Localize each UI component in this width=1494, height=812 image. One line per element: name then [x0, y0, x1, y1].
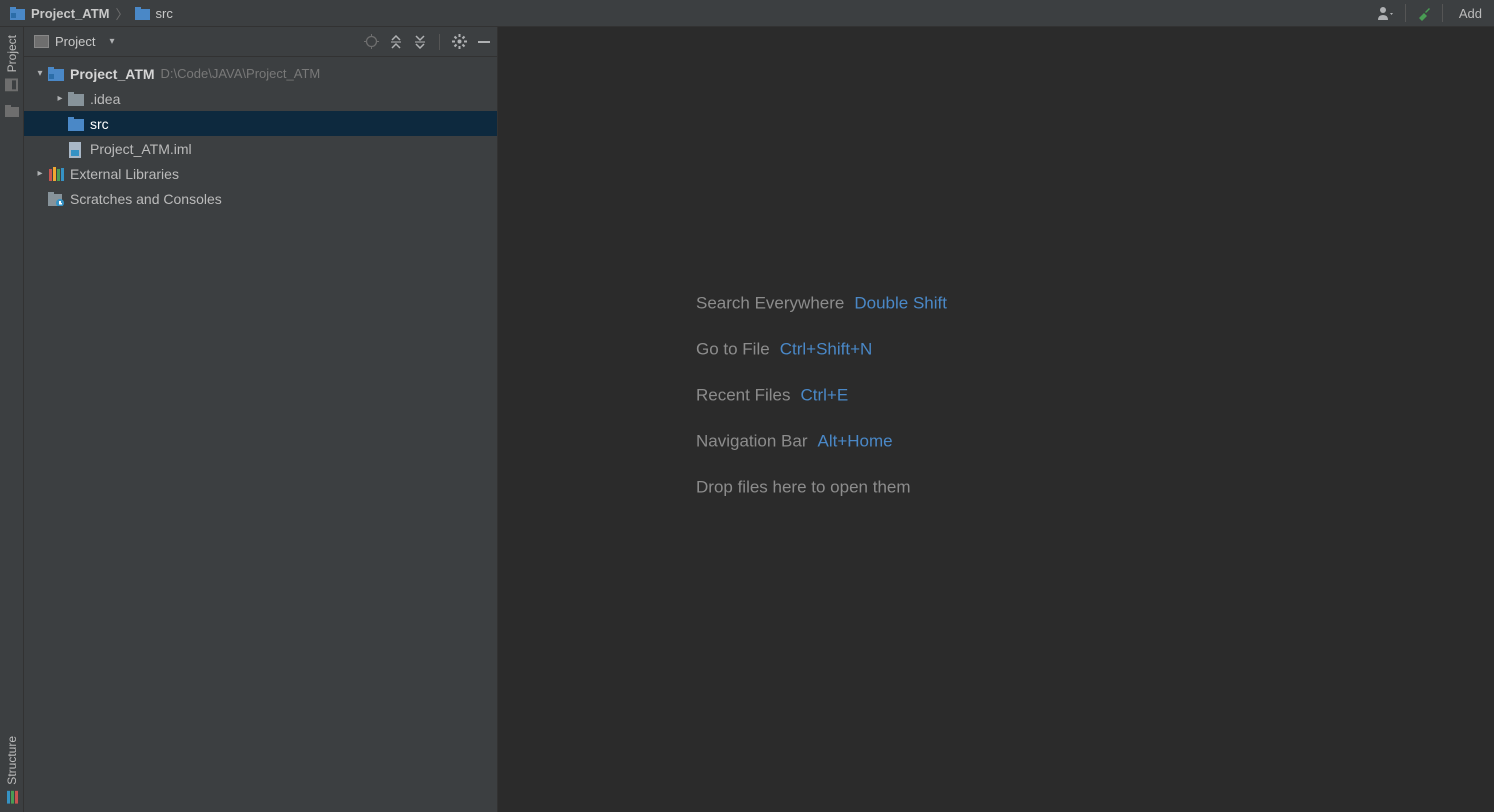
navigation-bar: Project_ATM 〉 src Add — [0, 0, 1494, 27]
tip-navbar-label: Navigation Bar — [696, 431, 808, 451]
libraries-icon — [48, 167, 64, 181]
structure-tab-icon — [5, 791, 18, 804]
module-folder-icon — [10, 7, 25, 20]
tree-node-external-libraries[interactable]: ▸ External Libraries — [24, 161, 497, 186]
chevron-right-icon[interactable]: ▸ — [32, 168, 48, 179]
folder-icon — [135, 7, 150, 20]
iml-file-icon — [68, 142, 84, 156]
user-icon[interactable] — [1377, 5, 1395, 21]
scratches-icon — [48, 192, 64, 206]
project-tool-window: Project ▾ ▾ Project_ATM D:\Code\JAVA\Pro… — [24, 27, 498, 812]
tree-node-iml[interactable]: Project_ATM.iml — [24, 136, 497, 161]
gutter-spacer — [5, 105, 19, 117]
chevron-down-icon: ▾ — [109, 36, 114, 47]
separator — [439, 34, 440, 50]
project-view-icon — [34, 35, 49, 48]
chevron-down-icon[interactable]: ▾ — [32, 68, 48, 79]
add-configuration-button[interactable]: Add — [1453, 4, 1488, 23]
expand-all-icon[interactable] — [389, 35, 403, 49]
source-folder-icon — [68, 117, 84, 131]
breadcrumb-separator-icon: 〉 — [116, 4, 129, 23]
editor-empty-state[interactable]: Search Everywhere Double Shift Go to Fil… — [498, 27, 1494, 812]
left-tool-gutter: Project Structure — [0, 27, 24, 812]
tip-search-shortcut[interactable]: Double Shift — [854, 293, 947, 313]
chevron-right-icon[interactable]: ▸ — [52, 93, 68, 104]
tip-drop-files: Drop files here to open them — [696, 477, 911, 497]
project-tool-header: Project ▾ — [24, 27, 497, 57]
tip-goto-label: Go to File — [696, 339, 770, 359]
hide-icon[interactable] — [477, 35, 491, 49]
structure-tool-tab[interactable]: Structure — [2, 728, 22, 812]
build-icon[interactable] — [1416, 5, 1432, 21]
editor-tips: Search Everywhere Double Shift Go to Fil… — [696, 293, 1296, 523]
tree-node-src[interactable]: src — [24, 111, 497, 136]
tree-node-scratches[interactable]: Scratches and Consoles — [24, 186, 497, 211]
module-folder-icon — [48, 67, 64, 81]
tip-search-label: Search Everywhere — [696, 293, 844, 313]
breadcrumb-item[interactable]: src — [156, 6, 173, 21]
tip-goto-shortcut[interactable]: Ctrl+Shift+N — [780, 339, 873, 359]
project-tree[interactable]: ▾ Project_ATM D:\Code\JAVA\Project_ATM ▸… — [24, 57, 497, 812]
folder-gutter-icon — [5, 105, 19, 117]
tip-recent-shortcut[interactable]: Ctrl+E — [800, 385, 848, 405]
collapse-all-icon[interactable] — [413, 35, 427, 49]
tip-navbar-shortcut[interactable]: Alt+Home — [818, 431, 893, 451]
breadcrumb[interactable]: Project_ATM 〉 src — [10, 4, 173, 23]
project-tab-icon — [5, 78, 18, 91]
locate-icon[interactable] — [364, 34, 379, 49]
project-view-selector[interactable]: Project ▾ — [34, 34, 115, 49]
folder-icon — [68, 92, 84, 106]
gear-icon[interactable] — [452, 34, 467, 49]
tip-recent-label: Recent Files — [696, 385, 790, 405]
breadcrumb-root[interactable]: Project_ATM — [31, 6, 110, 21]
tree-root-node[interactable]: ▾ Project_ATM D:\Code\JAVA\Project_ATM — [24, 61, 497, 86]
tree-node-idea[interactable]: ▸ .idea — [24, 86, 497, 111]
project-tool-tab[interactable]: Project — [2, 27, 22, 99]
